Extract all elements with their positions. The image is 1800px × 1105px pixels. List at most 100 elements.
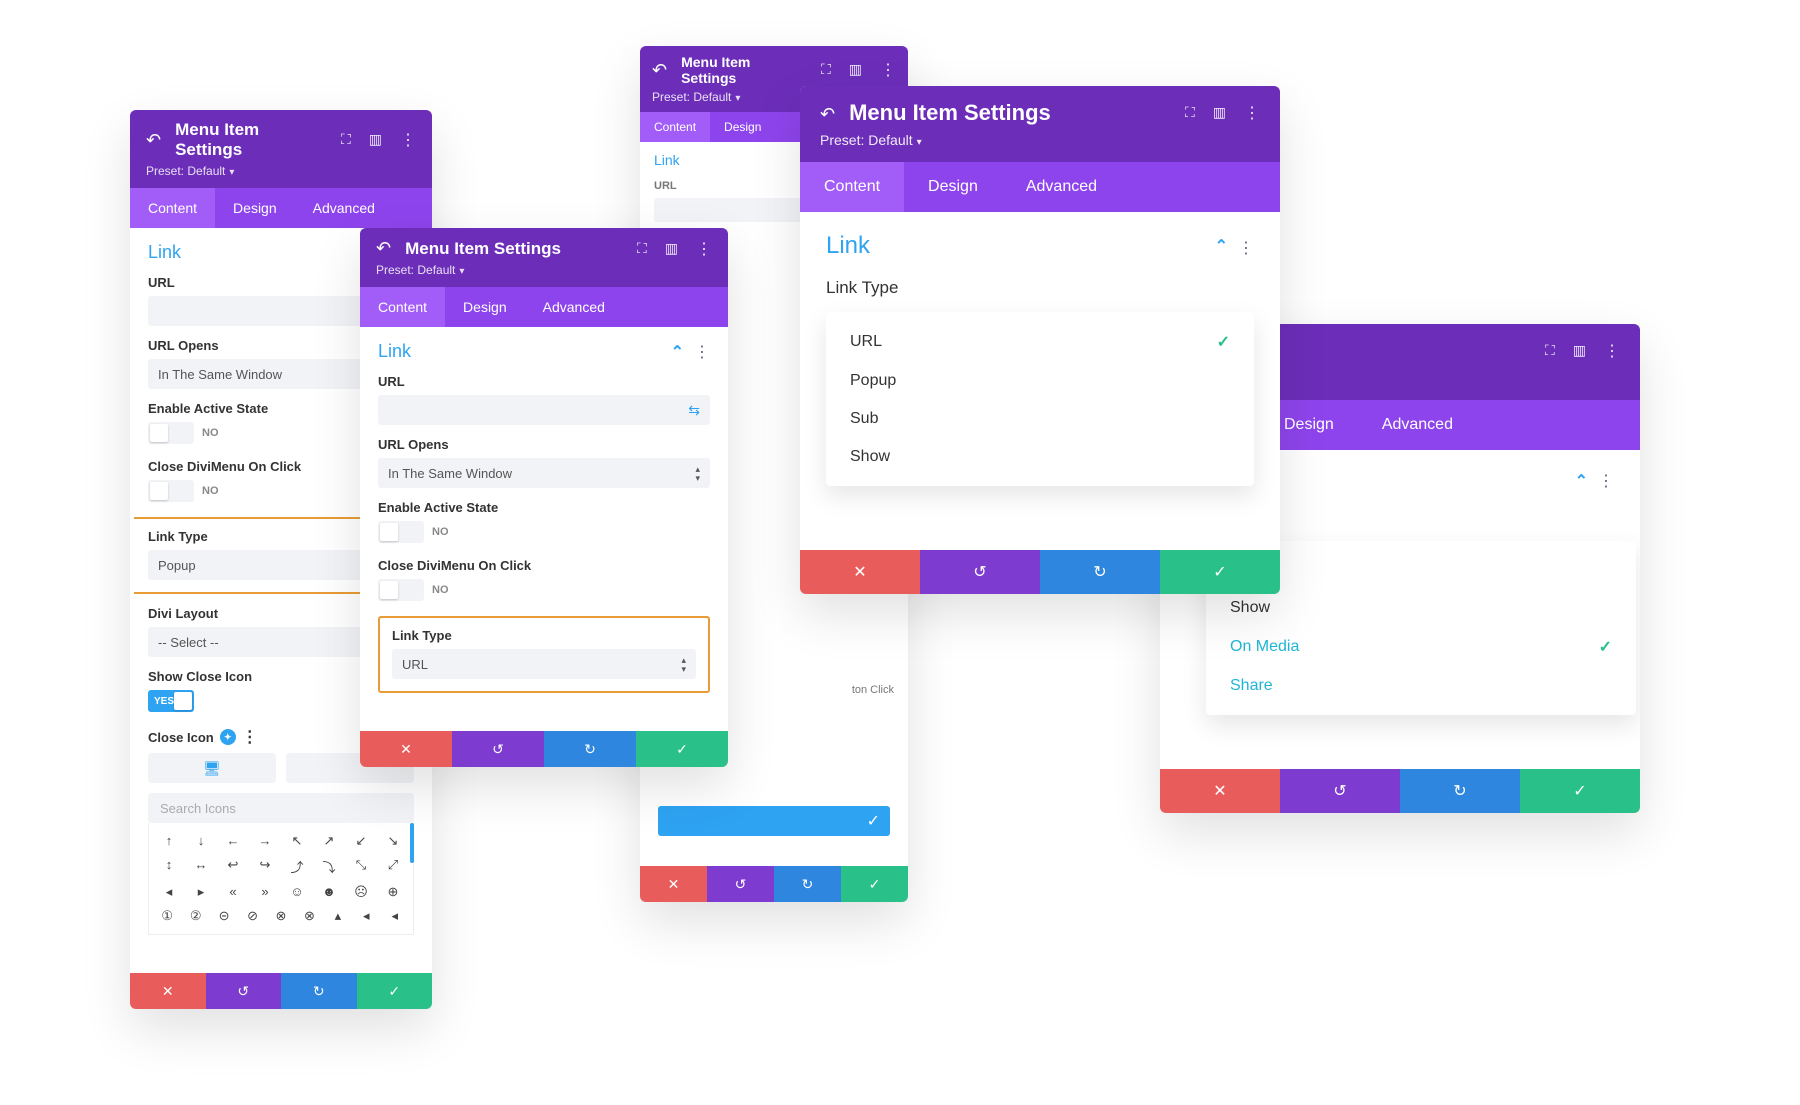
enable-active-toggle[interactable]: NO (148, 422, 219, 444)
icon-cell[interactable]: ⤵ (318, 857, 340, 876)
save-button[interactable] (357, 973, 433, 1009)
icon-cell[interactable]: ↕ (158, 857, 180, 876)
icon-cell[interactable]: ◂ (158, 884, 180, 900)
section-link[interactable]: Link (826, 232, 1254, 260)
dropdown-item-sub[interactable]: Sub (826, 400, 1254, 438)
back-icon[interactable] (820, 100, 835, 126)
tab-design[interactable]: Design (215, 188, 295, 228)
columns-icon[interactable] (665, 240, 678, 258)
close-button[interactable] (360, 731, 452, 767)
icon-cell[interactable]: ⤡ (350, 857, 372, 876)
icon-cell[interactable]: ▴ (327, 908, 349, 924)
tab-content[interactable]: Content (640, 112, 710, 142)
close-on-click-toggle[interactable]: NO (378, 579, 449, 601)
kebab-icon[interactable] (1598, 470, 1614, 491)
icon-cell[interactable]: ☹ (350, 884, 372, 900)
icon-cell[interactable]: ☺ (286, 884, 308, 900)
icon-cell[interactable]: ⊕ (382, 884, 404, 900)
kebab-icon[interactable] (1604, 341, 1620, 361)
undo-button[interactable] (206, 973, 282, 1009)
redo-button[interactable] (774, 866, 841, 902)
icon-cell[interactable]: ↔ (190, 857, 212, 876)
columns-icon[interactable] (369, 131, 382, 149)
tab-advanced[interactable]: Advanced (525, 287, 623, 327)
icon-cell[interactable]: ◂ (355, 908, 377, 924)
save-button[interactable] (841, 866, 908, 902)
link-type-select[interactable]: URL (392, 649, 696, 679)
expand-icon[interactable] (1545, 342, 1555, 360)
icon-search-input[interactable]: Search Icons (148, 793, 414, 823)
close-button[interactable] (640, 866, 707, 902)
icon-cell[interactable]: ↖ (286, 833, 308, 849)
icon-cell[interactable]: ⤴ (286, 857, 308, 876)
icon-cell[interactable]: ② (185, 908, 207, 924)
expand-icon[interactable] (821, 61, 831, 79)
redo-button[interactable] (1400, 769, 1520, 813)
tab-content[interactable]: Content (130, 188, 215, 228)
kebab-icon[interactable] (242, 727, 258, 747)
tab-advanced[interactable]: Advanced (295, 188, 393, 228)
kebab-icon[interactable] (696, 239, 712, 259)
save-button[interactable] (1520, 769, 1640, 813)
icon-cell[interactable]: ⊗ (298, 908, 320, 924)
redo-button[interactable] (281, 973, 357, 1009)
tab-advanced[interactable]: Advanced (1358, 400, 1477, 450)
icon-cell[interactable]: ↑ (158, 833, 180, 849)
icon-cell[interactable]: ⤢ (382, 857, 404, 876)
tab-design[interactable]: Design (445, 287, 525, 327)
icon-cell[interactable]: ① (156, 908, 178, 924)
close-button[interactable] (1160, 769, 1280, 813)
section-link[interactable]: Link (378, 341, 710, 362)
redo-button[interactable] (1040, 550, 1160, 594)
icon-cell[interactable]: ↩ (222, 857, 244, 876)
url-opens-select[interactable]: In The Same Window (378, 458, 710, 488)
icon-cell[interactable]: → (254, 833, 276, 849)
icon-cell[interactable]: ↪ (254, 857, 276, 876)
dropdown-item-share[interactable]: Share (1206, 667, 1636, 705)
close-on-click-toggle[interactable]: NO (148, 480, 219, 502)
undo-button[interactable] (920, 550, 1040, 594)
tab-content[interactable]: Content (800, 162, 904, 212)
scrollbar[interactable] (410, 823, 414, 863)
preset-selector[interactable]: Preset: Default (376, 263, 464, 277)
enable-active-toggle[interactable]: NO (378, 521, 449, 543)
tab-advanced[interactable]: Advanced (1002, 162, 1121, 212)
dropdown-item-onmedia[interactable]: On Media (1206, 627, 1636, 667)
dynamic-content-icon[interactable] (688, 402, 700, 419)
dropdown-item-url[interactable]: URL (826, 322, 1254, 362)
collapse-icon[interactable] (1215, 236, 1228, 256)
kebab-icon[interactable] (694, 341, 710, 362)
icon-cell[interactable]: ⊗ (270, 908, 292, 924)
close-button[interactable] (800, 550, 920, 594)
close-button[interactable] (130, 973, 206, 1009)
icon-cell[interactable]: ↗ (318, 833, 340, 849)
tab-design[interactable]: Design (904, 162, 1002, 212)
columns-icon[interactable] (849, 61, 862, 79)
redo-button[interactable] (544, 731, 636, 767)
undo-button[interactable] (1280, 769, 1400, 813)
icon-cell[interactable]: ↓ (190, 833, 212, 849)
collapse-icon[interactable] (671, 342, 684, 362)
kebab-icon[interactable] (880, 60, 896, 80)
back-icon[interactable] (146, 130, 161, 151)
icon-cell[interactable]: ▸ (190, 884, 212, 900)
tab-design[interactable]: Design (710, 112, 775, 142)
tab-content[interactable]: Content (360, 287, 445, 327)
save-button[interactable] (636, 731, 728, 767)
expand-icon[interactable] (341, 131, 351, 149)
desktop-tab[interactable] (148, 753, 276, 783)
columns-icon[interactable] (1213, 104, 1226, 122)
back-icon[interactable] (652, 60, 667, 81)
columns-icon[interactable] (1573, 342, 1586, 360)
undo-button[interactable] (452, 731, 544, 767)
kebab-icon[interactable] (1244, 103, 1260, 123)
collapse-icon[interactable] (1575, 471, 1588, 491)
reset-style-icon[interactable] (220, 729, 236, 745)
icon-cell[interactable]: ◂ (384, 908, 406, 924)
dropdown-item-show[interactable]: Show (1206, 589, 1636, 627)
icon-cell[interactable]: ☻ (318, 884, 340, 900)
undo-button[interactable] (707, 866, 774, 902)
expand-icon[interactable] (1185, 104, 1195, 122)
icon-cell[interactable]: ↘ (382, 833, 404, 849)
show-close-icon-toggle[interactable]: YES (148, 690, 194, 712)
